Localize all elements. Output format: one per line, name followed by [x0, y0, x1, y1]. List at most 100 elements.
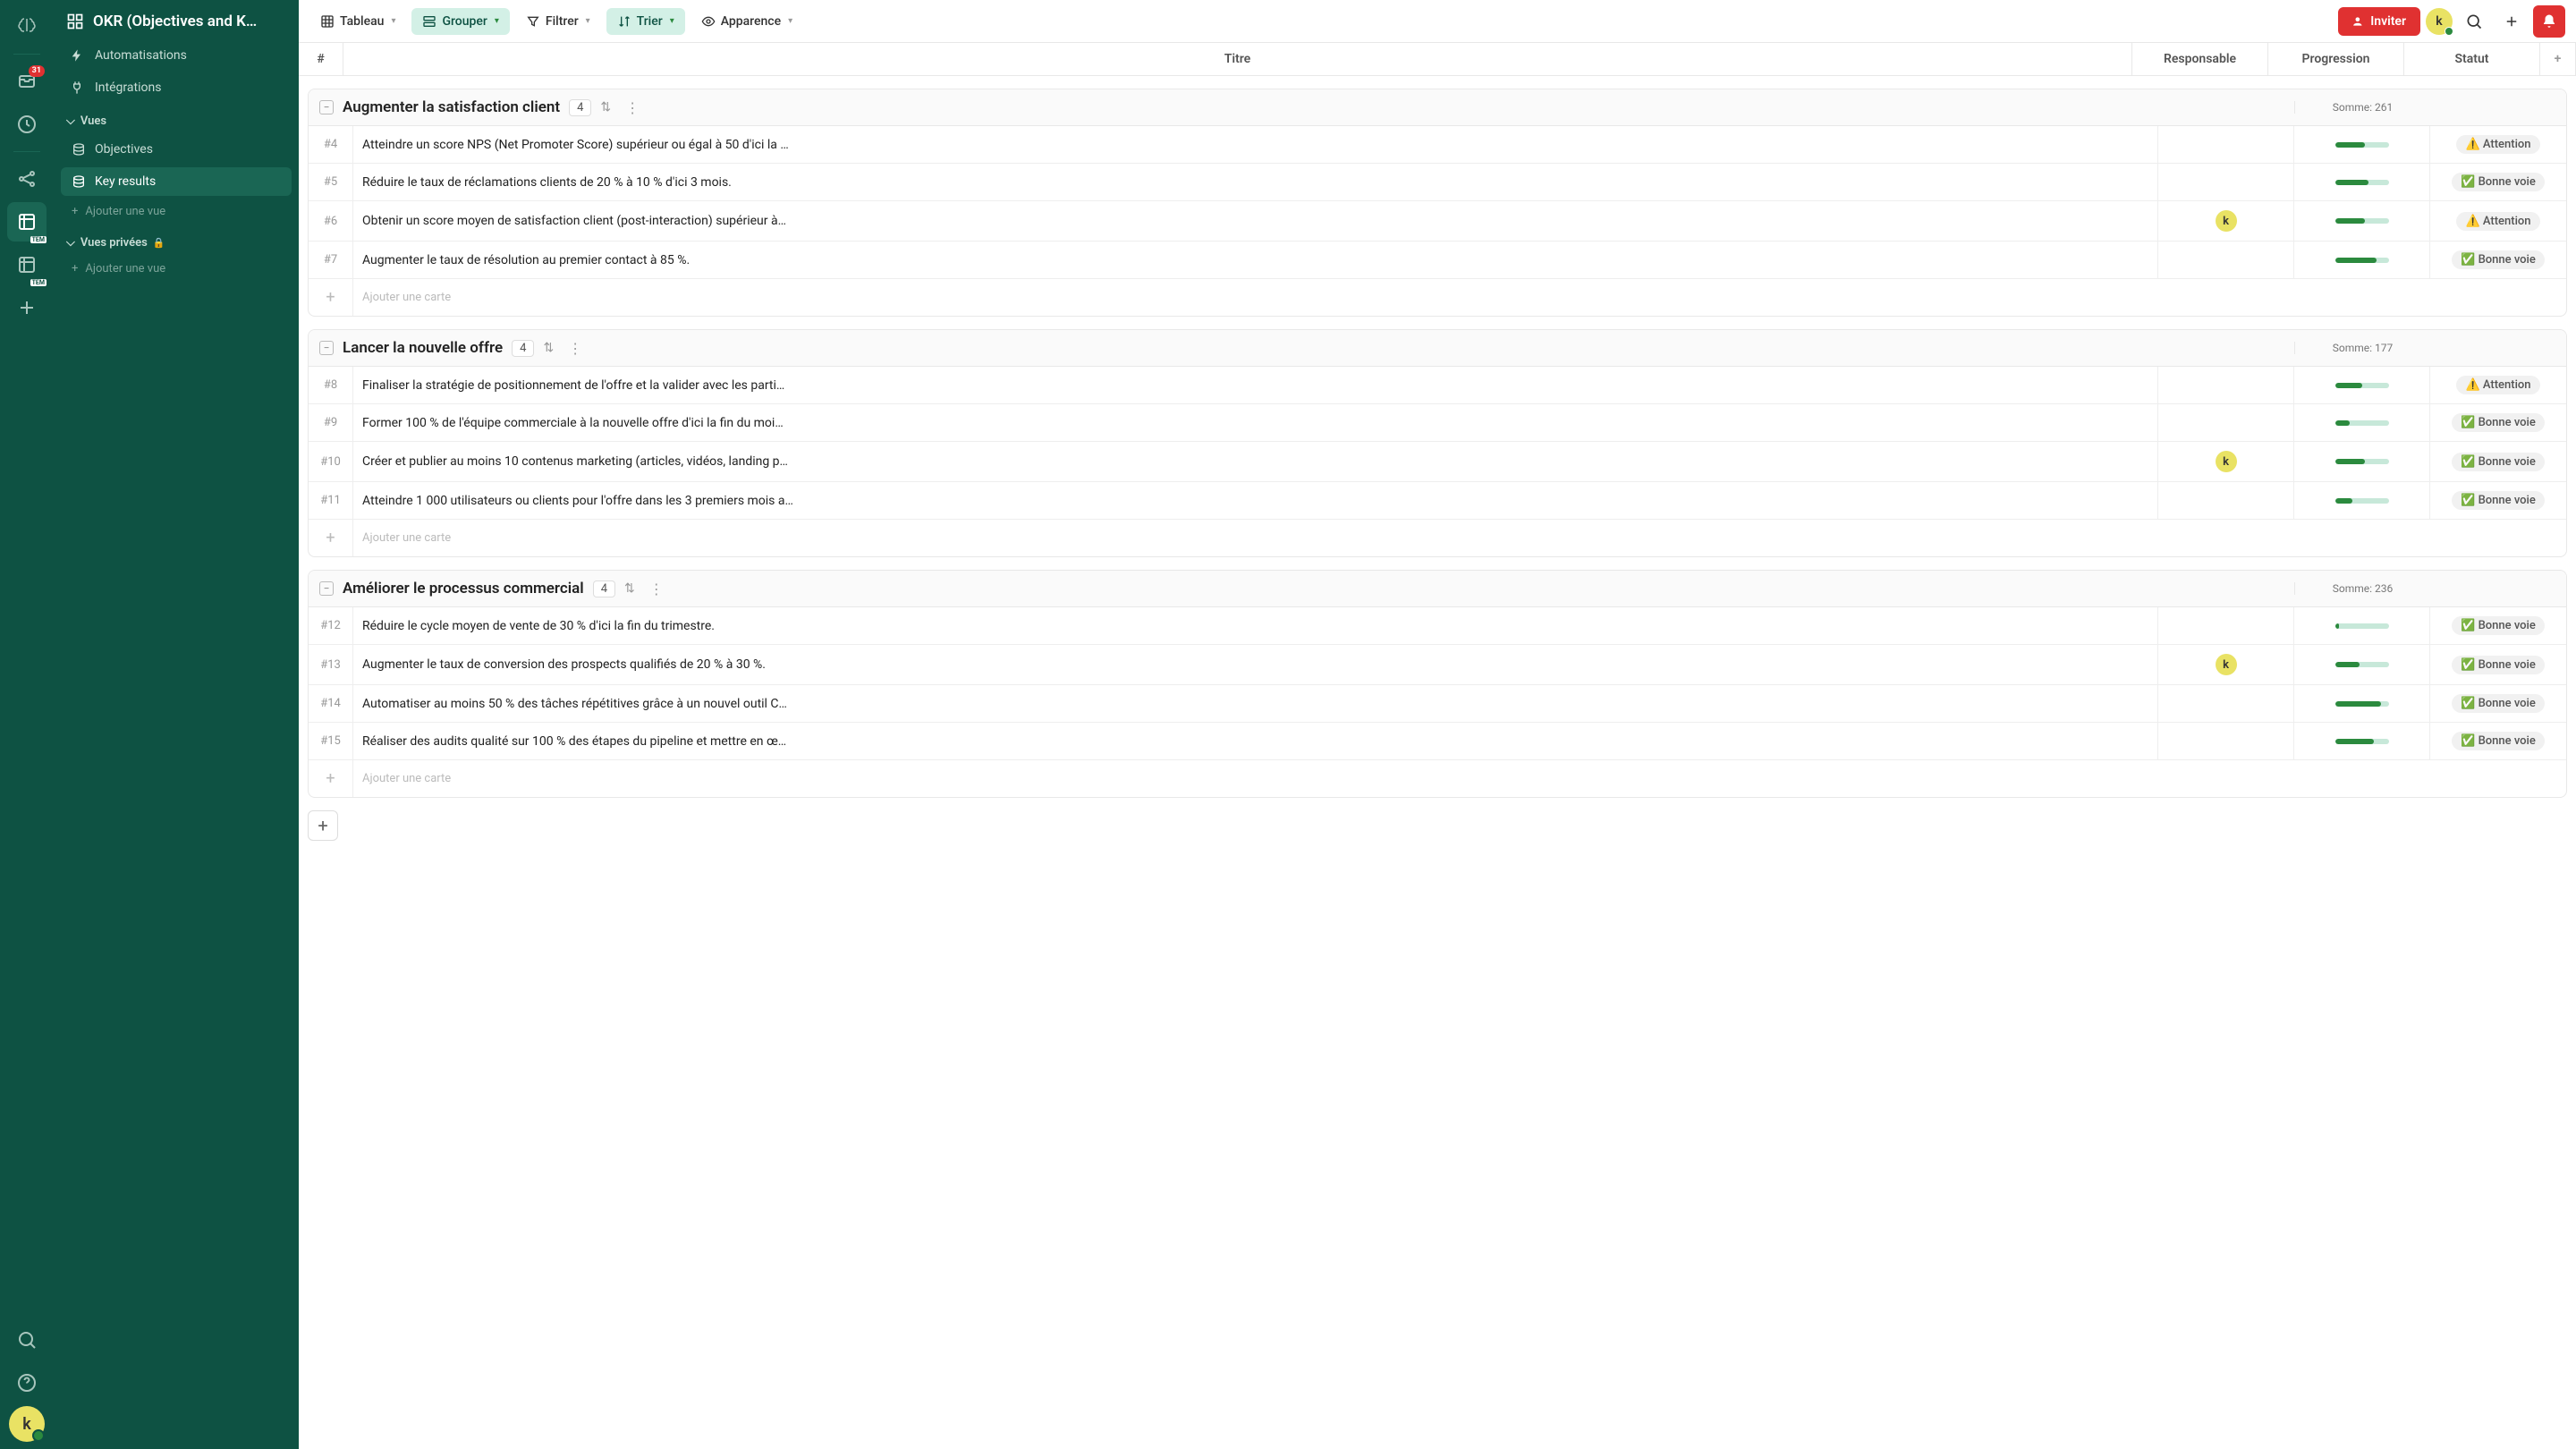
collapse-icon[interactable]: − — [319, 100, 334, 114]
row-statut[interactable]: ✅ Bonne voie — [2430, 404, 2566, 441]
bell-icon[interactable] — [2533, 5, 2565, 38]
inbox-icon[interactable]: 31 — [7, 62, 47, 101]
row-statut[interactable]: ⚠️ Attention — [2430, 126, 2566, 163]
sort-icon[interactable]: ⇅ — [543, 341, 554, 355]
row-statut[interactable]: ✅ Bonne voie — [2430, 607, 2566, 644]
row-title[interactable]: Réduire le taux de réclamations clients … — [353, 164, 2158, 200]
row-responsable[interactable] — [2158, 164, 2294, 200]
table-row[interactable]: #12Réduire le cycle moyen de vente de 30… — [309, 607, 2566, 645]
row-progression[interactable] — [2294, 482, 2430, 519]
row-progression[interactable] — [2294, 442, 2430, 481]
sidebar-private-views-section[interactable]: ⌵Vues privées 🔒 — [54, 225, 299, 255]
sidebar-add-private-view[interactable]: +Ajouter une vue — [54, 255, 299, 283]
table-row[interactable]: #14Automatiser au moins 50 % des tâches … — [309, 685, 2566, 723]
sidebar-view-keyresults[interactable]: Key results — [61, 167, 292, 196]
workspace-icon-1[interactable]: TEM — [7, 202, 47, 242]
add-column-button[interactable]: + — [2540, 43, 2576, 75]
grouper-button[interactable]: Grouper▾ — [411, 8, 509, 35]
row-responsable[interactable] — [2158, 685, 2294, 722]
kebab-menu-icon[interactable]: ⋮ — [620, 99, 645, 116]
table-row[interactable]: #9Former 100 % de l'équipe commerciale à… — [309, 404, 2566, 442]
apparence-button[interactable]: Apparence▾ — [691, 8, 803, 35]
col-statut[interactable]: Statut — [2404, 43, 2540, 75]
table-row[interactable]: #4Atteindre un score NPS (Net Promoter S… — [309, 126, 2566, 164]
col-responsable[interactable]: Responsable — [2132, 43, 2268, 75]
sort-icon[interactable]: ⇅ — [624, 581, 635, 596]
row-progression[interactable] — [2294, 685, 2430, 722]
group-title[interactable]: Lancer la nouvelle offre — [343, 339, 503, 357]
col-titre[interactable]: Titre — [343, 43, 2132, 75]
table-row[interactable]: #10Créer et publier au moins 10 contenus… — [309, 442, 2566, 482]
row-responsable[interactable] — [2158, 126, 2294, 163]
table-row[interactable]: #13Augmenter le taux de conversion des p… — [309, 645, 2566, 685]
workspace-icon-2[interactable]: TEM — [7, 245, 47, 284]
add-card-row[interactable]: +Ajouter une carte — [309, 520, 2566, 556]
row-responsable[interactable] — [2158, 607, 2294, 644]
group-title[interactable]: Améliorer le processus commercial — [343, 580, 584, 597]
kebab-menu-icon[interactable]: ⋮ — [563, 340, 588, 357]
sort-icon[interactable]: ⇅ — [600, 100, 611, 114]
row-title[interactable]: Augmenter le taux de conversion des pros… — [353, 645, 2158, 684]
help-icon[interactable] — [7, 1363, 47, 1402]
row-statut[interactable]: ✅ Bonne voie — [2430, 723, 2566, 759]
row-title[interactable]: Obtenir un score moyen de satisfaction c… — [353, 201, 2158, 241]
row-responsable[interactable] — [2158, 367, 2294, 403]
share-icon[interactable] — [7, 159, 47, 199]
row-statut[interactable]: ✅ Bonne voie — [2430, 442, 2566, 481]
row-statut[interactable]: ✅ Bonne voie — [2430, 164, 2566, 200]
row-title[interactable]: Former 100 % de l'équipe commerciale à l… — [353, 404, 2158, 441]
responsable-avatar[interactable]: k — [2216, 654, 2237, 675]
row-progression[interactable] — [2294, 164, 2430, 200]
table-row[interactable]: #5Réduire le taux de réclamations client… — [309, 164, 2566, 201]
table-row[interactable]: #7Augmenter le taux de résolution au pre… — [309, 242, 2566, 279]
row-progression[interactable] — [2294, 723, 2430, 759]
kebab-menu-icon[interactable]: ⋮ — [644, 580, 669, 597]
brain-logo-icon[interactable] — [7, 7, 47, 47]
collapse-icon[interactable]: − — [319, 581, 334, 596]
sidebar-automations[interactable]: Automatisations — [54, 39, 299, 72]
sidebar-view-objectives[interactable]: Objectives — [61, 135, 292, 164]
search-icon[interactable] — [2458, 5, 2490, 38]
row-responsable[interactable]: k — [2158, 645, 2294, 684]
row-responsable[interactable]: k — [2158, 201, 2294, 241]
clock-icon[interactable] — [7, 105, 47, 144]
row-responsable[interactable] — [2158, 482, 2294, 519]
row-progression[interactable] — [2294, 242, 2430, 278]
user-avatar-top[interactable]: k — [2426, 8, 2453, 35]
table-row[interactable]: #6Obtenir un score moyen de satisfaction… — [309, 201, 2566, 242]
row-title[interactable]: Atteindre un score NPS (Net Promoter Sco… — [353, 126, 2158, 163]
search-rail-icon[interactable] — [7, 1320, 47, 1360]
row-responsable[interactable]: k — [2158, 442, 2294, 481]
user-avatar-rail[interactable]: k — [9, 1406, 45, 1442]
col-progression[interactable]: Progression — [2268, 43, 2404, 75]
row-statut[interactable]: ✅ Bonne voie — [2430, 482, 2566, 519]
add-group-button[interactable]: + — [308, 810, 338, 841]
responsable-avatar[interactable]: k — [2216, 451, 2237, 472]
row-statut[interactable]: ✅ Bonne voie — [2430, 645, 2566, 684]
collapse-icon[interactable]: − — [319, 341, 334, 355]
sidebar-views-section[interactable]: ⌵Vues — [54, 104, 299, 133]
add-icon[interactable] — [2496, 5, 2528, 38]
inviter-button[interactable]: Inviter — [2338, 7, 2420, 36]
row-title[interactable]: Réduire le cycle moyen de vente de 30 % … — [353, 607, 2158, 644]
row-progression[interactable] — [2294, 404, 2430, 441]
row-title[interactable]: Finaliser la stratégie de positionnement… — [353, 367, 2158, 403]
row-title[interactable]: Augmenter le taux de résolution au premi… — [353, 242, 2158, 278]
row-statut[interactable]: ✅ Bonne voie — [2430, 685, 2566, 722]
row-responsable[interactable] — [2158, 404, 2294, 441]
row-title[interactable]: Créer et publier au moins 10 contenus ma… — [353, 442, 2158, 481]
add-card-row[interactable]: +Ajouter une carte — [309, 760, 2566, 797]
view-tableau-button[interactable]: Tableau▾ — [309, 8, 406, 35]
group-title[interactable]: Augmenter la satisfaction client — [343, 98, 560, 116]
row-statut[interactable]: ⚠️ Attention — [2430, 201, 2566, 241]
add-card-row[interactable]: +Ajouter une carte — [309, 279, 2566, 316]
row-title[interactable]: Réaliser des audits qualité sur 100 % de… — [353, 723, 2158, 759]
row-progression[interactable] — [2294, 645, 2430, 684]
table-row[interactable]: #15Réaliser des audits qualité sur 100 %… — [309, 723, 2566, 760]
table-row[interactable]: #11Atteindre 1 000 utilisateurs ou clien… — [309, 482, 2566, 520]
row-title[interactable]: Automatiser au moins 50 % des tâches rép… — [353, 685, 2158, 722]
row-responsable[interactable] — [2158, 242, 2294, 278]
col-number[interactable]: # — [299, 43, 343, 75]
add-workspace-icon[interactable] — [7, 288, 47, 327]
row-statut[interactable]: ⚠️ Attention — [2430, 367, 2566, 403]
